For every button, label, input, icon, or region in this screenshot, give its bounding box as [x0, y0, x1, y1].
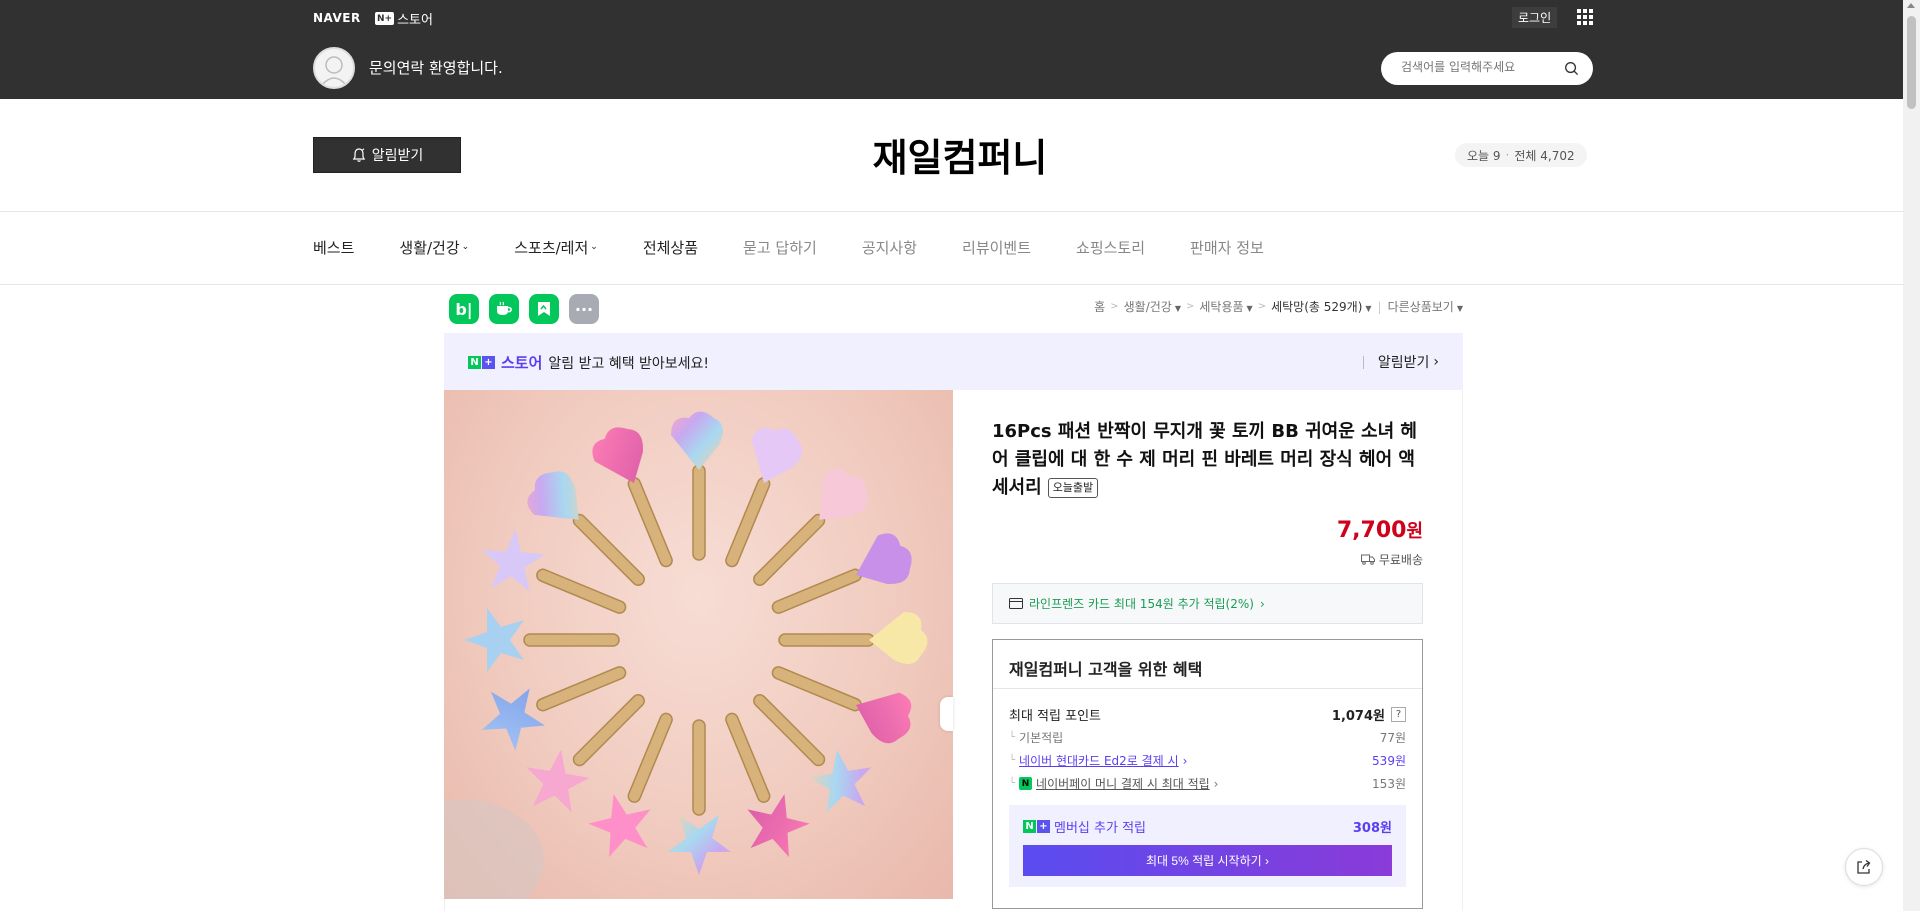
product-title: 16Pcs 패션 반짝이 무지개 꽃 토끼 BB 귀여운 소녀 헤어 클립에 대…: [992, 421, 1417, 498]
more-share-icon[interactable]: ···: [569, 294, 599, 324]
search-icon[interactable]: [1564, 61, 1579, 76]
apps-grid-icon[interactable]: [1577, 9, 1593, 25]
nav-item-all-products[interactable]: 전체상품: [643, 237, 698, 257]
breadcrumb-cat2[interactable]: 세탁용품 ▼: [1199, 298, 1252, 315]
nplus-logo: N +: [468, 356, 495, 369]
nav-item-sports-leisure[interactable]: 스포츠/레저 ⌄: [514, 237, 598, 257]
login-button[interactable]: 로그인: [1512, 7, 1558, 28]
caret-down-icon: ▼: [1365, 304, 1372, 313]
card-benefit-link[interactable]: 라인프렌즈 카드 최대 154원 추가 적립(2%) ›: [992, 583, 1423, 624]
category-nav: 베스트 생활/건강 ⌄ 스포츠/레저 ⌄ 전체상품 묻고 답하기 공지사항 리뷰이벤…: [313, 237, 1309, 257]
chevron-right-icon: ›: [1182, 753, 1188, 768]
visits-total: 전체 4,702: [1514, 148, 1575, 163]
nstore-promo-banner: N + 스토어 알림 받고 혜택 받아보세요! 알림받기 ›: [444, 333, 1463, 390]
breadcrumb-separator: >: [1110, 301, 1119, 312]
nplus-badge: N+: [375, 12, 395, 25]
shipping-info: 무료배송: [1360, 551, 1423, 568]
customer-benefits: 재일컴퍼니 고객을 위한 혜택 최대 적립 포인트 1,074원? └ 기본적립 …: [992, 639, 1423, 909]
bookmark-share-icon[interactable]: [529, 294, 559, 324]
promo-message: N + 스토어 알림 받고 혜택 받아보세요!: [468, 352, 709, 373]
nav-item-review-event[interactable]: 리뷰이벤트: [962, 237, 1031, 257]
share-icons: b| ···: [449, 294, 599, 324]
promo-notify-link[interactable]: 알림받기 ›: [1362, 352, 1439, 372]
nav-item-qna[interactable]: 묻고 답하기: [743, 237, 817, 257]
chevron-right-icon: ›: [1213, 776, 1219, 791]
breadcrumb-bar: |: [1377, 299, 1382, 314]
breadcrumb: 홈 > 생활/건강 ▼ > 세탁용품 ▼ > 세탁망(총 529개) ▼ | 다른상품…: [1094, 298, 1463, 315]
dot-separator: ·: [1505, 148, 1510, 162]
visit-counter: 오늘 9 · 전체 4,702: [1455, 143, 1587, 167]
hair-clips-illustration: [444, 411, 928, 899]
naver-logo[interactable]: NAVER: [313, 11, 361, 25]
caret-down-icon: ▼: [1246, 304, 1253, 313]
benefits-title: 재일컴퍼니 고객을 위한 혜택: [1009, 660, 1203, 679]
chevron-down-icon: ⌄: [590, 242, 598, 252]
nstore-label: 스토어: [397, 13, 433, 28]
chevron-right-icon: ›: [1433, 354, 1439, 370]
breadcrumb-cat3[interactable]: 세탁망(총 529개) ▼: [1271, 298, 1371, 315]
scroll-up-arrow-icon[interactable]: [1907, 3, 1915, 8]
caret-down-icon: ▼: [1174, 304, 1181, 313]
breadcrumb-other-products[interactable]: 다른상품보기 ▼: [1388, 298, 1463, 315]
npay-money-link[interactable]: 네이버페이 머니 결제 시 최대 적립: [1036, 775, 1210, 792]
breadcrumb-cat1[interactable]: 생활/건강 ▼: [1124, 298, 1181, 315]
header-divider: [0, 211, 1920, 212]
product-price: 7,700원: [1336, 518, 1423, 543]
image-next-handle[interactable]: [940, 697, 953, 731]
nav-item-best[interactable]: 베스트: [313, 237, 354, 257]
search-input[interactable]: [1401, 60, 1561, 74]
chevron-down-icon: ⌄: [461, 242, 470, 252]
product-image[interactable]: [444, 390, 953, 899]
breadcrumb-separator: >: [1185, 301, 1195, 312]
top-bar: NAVER N+ 스토어 로그인 문의연락 환영합니다.: [0, 0, 1920, 99]
breadcrumb-separator: >: [1257, 301, 1267, 312]
promo-store-label: 스토어: [501, 354, 543, 372]
nav-item-notice[interactable]: 공지사항: [862, 237, 917, 257]
nav-item-shopping-story[interactable]: 쇼핑스토리: [1076, 237, 1145, 257]
welcome-text: 문의연락 환영합니다.: [369, 59, 503, 77]
search-box[interactable]: [1381, 52, 1593, 85]
page-scrollbar[interactable]: [1903, 0, 1920, 911]
truck-icon: [1360, 554, 1375, 565]
membership-row: N + 멤버십 추가 적립 308원: [1023, 817, 1392, 836]
membership-box: N + 멤버십 추가 적립 308원 최대 5% 적립 시작하기 ›: [1009, 805, 1406, 887]
credit-card-icon: [1009, 598, 1023, 609]
npay-money-row: └ N 네이버페이 머니 결제 시 최대 적립 › 153원: [1009, 775, 1406, 792]
share-icon: [1857, 859, 1871, 874]
caret-down-icon: ▼: [1456, 304, 1463, 313]
store-avatar: [313, 47, 355, 89]
store-title[interactable]: 재일컴퍼니: [0, 127, 1920, 182]
hyundai-card-link[interactable]: 네이버 현대카드 Ed2로 결제 시: [1019, 752, 1179, 769]
hyundai-card-row: └ 네이버 현대카드 Ed2로 결제 시 › 539원: [1009, 752, 1406, 769]
nstore-logo[interactable]: N+ 스토어: [375, 9, 433, 28]
promo-text: 알림 받고 혜택 받아보세요!: [548, 355, 710, 372]
nav-item-living-health[interactable]: 생활/건강 ⌄: [399, 237, 469, 257]
chevron-right-icon: ›: [1259, 596, 1265, 611]
cafe-share-icon[interactable]: [489, 294, 519, 324]
share-button[interactable]: [1845, 848, 1883, 886]
max-points-row: 최대 적립 포인트 1,074원?: [1009, 705, 1406, 724]
basic-points-row: └ 기본적립 77원: [1009, 731, 1406, 745]
help-icon[interactable]: ?: [1391, 707, 1406, 722]
breadcrumb-home[interactable]: 홈: [1094, 298, 1105, 315]
visits-today: 오늘 9: [1467, 148, 1501, 163]
blog-share-icon[interactable]: b|: [449, 294, 479, 324]
promo-notify-label: 알림받기: [1377, 355, 1430, 371]
scroll-thumb[interactable]: [1907, 16, 1916, 109]
nplus-logo: N +: [1023, 820, 1050, 833]
nav-item-seller-info[interactable]: 판매자 정보: [1190, 237, 1264, 257]
nav-divider: [0, 284, 1920, 285]
chevron-right-icon: ›: [1261, 853, 1269, 868]
today-shipping-badge: 오늘출발: [1047, 478, 1099, 498]
membership-start-button[interactable]: 최대 5% 적립 시작하기 ›: [1023, 845, 1392, 876]
npay-icon: N: [1019, 777, 1033, 790]
